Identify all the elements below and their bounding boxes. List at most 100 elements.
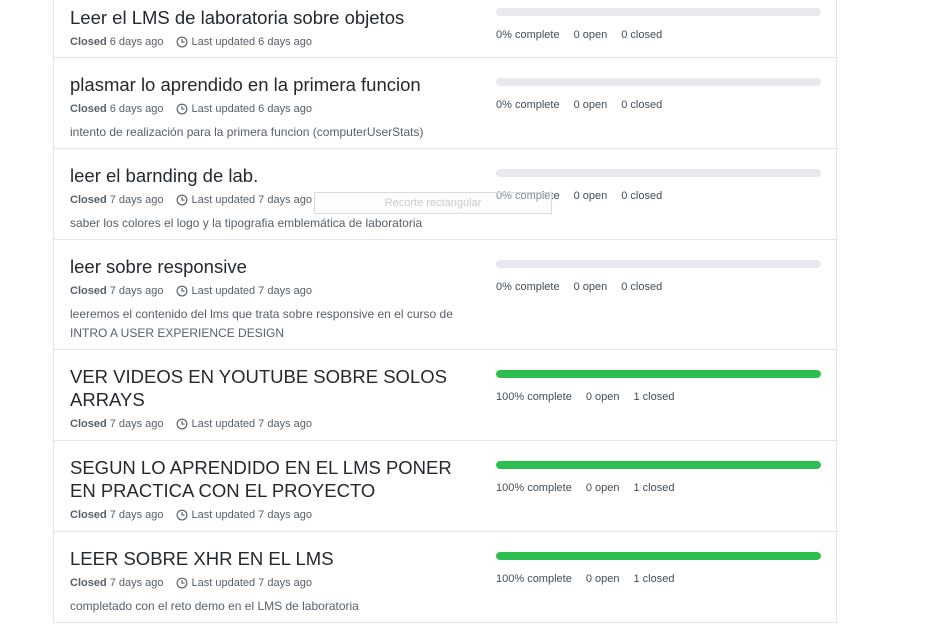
milestone-updated-text: Last updated 7 days ago	[191, 577, 312, 589]
milestone-row: LEER SOBRE XHR EN EL LMS Closed 7 days a…	[54, 532, 836, 623]
milestone-state: Closed	[70, 577, 107, 589]
milestone-title-link[interactable]: leer el barnding de lab.	[70, 164, 470, 187]
milestone-updated-text: Last updated 7 days ago	[191, 509, 312, 521]
progress-bar	[496, 78, 821, 86]
open-count-link[interactable]: 0 open	[586, 572, 620, 586]
milestone-progress: 0% complete 0 open 0 closed	[496, 260, 821, 294]
milestone-info: SEGUN LO APRENDIDO EN EL LMS PONER EN PR…	[70, 456, 470, 522]
open-count-link[interactable]: 0 open	[586, 390, 620, 404]
progress-bar	[496, 8, 821, 16]
milestone-state: Closed	[70, 285, 107, 297]
milestone-updated: Last updated 6 days ago	[176, 102, 312, 116]
percent-complete: 0% complete	[496, 281, 560, 293]
milestone-description: saber los colores el logo y la tipografi…	[70, 216, 423, 230]
percent-complete: 0% complete	[496, 29, 560, 41]
milestone-row: leer sobre responsive Closed 7 days ago …	[54, 240, 836, 350]
open-count-link[interactable]: 0 open	[586, 481, 620, 495]
snip-selection-overlay[interactable]: Recorte rectangular	[314, 192, 552, 214]
milestone-meta: Closed 7 days ago Last updated 7 days ag…	[70, 508, 470, 522]
progress-bar-fill	[496, 461, 821, 469]
clock-icon	[176, 194, 187, 206]
milestone-description: leeremos el contenido del lms que trata …	[70, 307, 453, 340]
milestone-closed-ago: 7 days ago	[109, 509, 164, 521]
clock-icon	[176, 577, 187, 589]
milestone-updated: Last updated 7 days ago	[176, 508, 312, 522]
milestone-closed-ago: 6 days ago	[109, 36, 164, 48]
milestone-updated-text: Last updated 7 days ago	[191, 194, 312, 206]
milestone-closed-ago: 7 days ago	[109, 418, 164, 430]
closed-count-link[interactable]: 0 closed	[621, 189, 662, 203]
milestone-title-link[interactable]: plasmar lo aprendido en la primera funci…	[70, 73, 470, 96]
milestone-closed-ago: 6 days ago	[109, 103, 164, 115]
milestone-meta: Closed 7 days ago Last updated 7 days ag…	[70, 417, 470, 431]
open-count-link[interactable]: 0 open	[574, 280, 608, 294]
milestone-state: Closed	[70, 36, 107, 48]
milestone-description: completado con el reto demo en el LMS de…	[70, 599, 359, 613]
closed-count-link[interactable]: 0 closed	[621, 280, 662, 294]
progress-stats: 100% complete 0 open 1 closed	[496, 572, 821, 586]
progress-stats: 0% complete 0 open 0 closed	[496, 98, 821, 112]
milestone-updated: Last updated 7 days ago	[176, 417, 312, 431]
milestone-updated-text: Last updated 6 days ago	[191, 36, 312, 48]
clock-icon	[176, 36, 187, 48]
closed-count-link[interactable]: 0 closed	[621, 28, 662, 42]
milestone-closed-ago: 7 days ago	[109, 194, 164, 206]
milestone-info: LEER SOBRE XHR EN EL LMS Closed 7 days a…	[70, 547, 470, 616]
milestone-title-link[interactable]: SEGUN LO APRENDIDO EN EL LMS PONER EN PR…	[70, 456, 470, 502]
milestone-updated: Last updated 6 days ago	[176, 35, 312, 49]
milestone-progress: 0% complete 0 open 0 closed	[496, 8, 821, 42]
percent-complete: 0% complete	[496, 99, 560, 111]
clock-icon	[176, 103, 187, 115]
closed-count-link[interactable]: 0 closed	[621, 98, 662, 112]
closed-count-link[interactable]: 1 closed	[633, 390, 674, 404]
milestone-meta: Closed 6 days ago Last updated 6 days ag…	[70, 102, 470, 116]
open-count-link[interactable]: 0 open	[574, 98, 608, 112]
milestone-state: Closed	[70, 194, 107, 206]
milestone-state: Closed	[70, 103, 107, 115]
milestone-list: Leer el LMS de laboratoria sobre objetos…	[53, 0, 837, 623]
milestone-info: plasmar lo aprendido en la primera funci…	[70, 73, 470, 142]
progress-stats: 0% complete 0 open 0 closed	[496, 280, 821, 294]
clock-icon	[176, 285, 187, 297]
progress-stats: 0% complete 0 open 0 closed	[496, 28, 821, 42]
progress-bar-fill	[496, 552, 821, 560]
milestone-updated-text: Last updated 7 days ago	[191, 285, 312, 297]
milestone-closed-ago: 7 days ago	[109, 577, 164, 589]
percent-complete: 100% complete	[496, 482, 572, 494]
progress-stats: 100% complete 0 open 1 closed	[496, 390, 821, 404]
closed-count-link[interactable]: 1 closed	[633, 481, 674, 495]
open-count-link[interactable]: 0 open	[574, 28, 608, 42]
milestone-title-link[interactable]: LEER SOBRE XHR EN EL LMS	[70, 547, 470, 570]
milestone-progress: 0% complete 0 open 0 closed	[496, 78, 821, 112]
progress-bar	[496, 169, 821, 177]
milestone-info: Leer el LMS de laboratoria sobre objetos…	[70, 6, 470, 49]
milestone-updated: Last updated 7 days ago	[176, 576, 312, 590]
milestone-progress: 100% complete 0 open 1 closed	[496, 552, 821, 586]
progress-bar	[496, 260, 821, 268]
percent-complete: 100% complete	[496, 573, 572, 585]
milestone-progress: 100% complete 0 open 1 closed	[496, 461, 821, 495]
milestone-meta: Closed 7 days ago Last updated 7 days ag…	[70, 576, 470, 590]
milestone-title-link[interactable]: Leer el LMS de laboratoria sobre objetos	[70, 6, 470, 29]
milestone-title-link[interactable]: VER VIDEOS EN YOUTUBE SOBRE SOLOS ARRAYS	[70, 365, 470, 411]
milestone-info: VER VIDEOS EN YOUTUBE SOBRE SOLOS ARRAYS…	[70, 365, 470, 431]
progress-bar-fill	[496, 370, 821, 378]
milestone-row: SEGUN LO APRENDIDO EN EL LMS PONER EN PR…	[54, 441, 836, 532]
milestone-closed-ago: 7 days ago	[109, 285, 164, 297]
clock-icon	[176, 418, 187, 430]
milestone-updated: Last updated 7 days ago	[176, 193, 312, 207]
milestone-info: leer sobre responsive Closed 7 days ago …	[70, 255, 470, 343]
progress-stats: 100% complete 0 open 1 closed	[496, 481, 821, 495]
milestone-row: plasmar lo aprendido en la primera funci…	[54, 58, 836, 149]
milestone-updated-text: Last updated 6 days ago	[191, 103, 312, 115]
milestone-description: intento de realización para la primera f…	[70, 125, 424, 139]
progress-bar	[496, 461, 821, 469]
open-count-link[interactable]: 0 open	[574, 189, 608, 203]
progress-bar	[496, 370, 821, 378]
milestone-title-link[interactable]: leer sobre responsive	[70, 255, 470, 278]
milestone-row: VER VIDEOS EN YOUTUBE SOBRE SOLOS ARRAYS…	[54, 350, 836, 441]
milestone-state: Closed	[70, 509, 107, 521]
closed-count-link[interactable]: 1 closed	[633, 572, 674, 586]
milestone-meta: Closed 7 days ago Last updated 7 days ag…	[70, 284, 470, 298]
clock-icon	[176, 509, 187, 521]
